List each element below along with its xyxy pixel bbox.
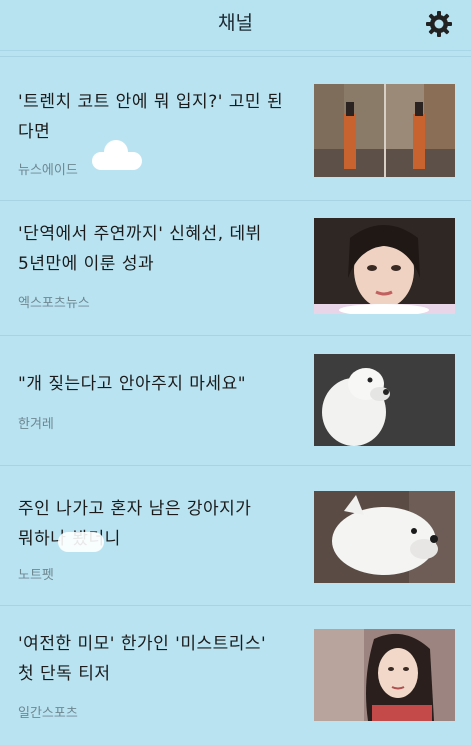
source-label: 엑스포츠뉴스: [18, 296, 90, 311]
list-item[interactable]: 주인 나가고 혼자 남은 강아지가 뭐하나 봤더니 노트펫: [0, 465, 471, 605]
list-item[interactable]: '단역에서 주연까지' 신혜선, 데뷔 5년만에 이룬 성과 엑스포츠뉴스: [0, 200, 471, 330]
source-label: 한겨레: [18, 417, 54, 432]
headline: '여전한 미모' 한가인 '미스트리스' 첫 단독 티저: [18, 634, 267, 684]
list-item[interactable]: '트렌치 코트 안에 뭐 입지?' 고민 된다면 뉴스에이드: [0, 56, 471, 183]
page-title: 채널: [218, 12, 253, 34]
thumbnail-image: [314, 354, 455, 446]
headline: 주인 나가고 혼자 남은 강아지가 뭐하나 봤더니: [18, 499, 252, 549]
source-label: 뉴스에이드: [18, 163, 78, 178]
source-label: 일간스포츠: [18, 706, 78, 721]
top-bar: 채널: [0, 0, 471, 51]
cloud-icon: [104, 140, 128, 164]
thumbnail-image: [314, 629, 455, 721]
gear-icon[interactable]: [425, 10, 453, 38]
headline: '트렌치 코트 안에 뭐 입지?' 고민 된다면: [18, 92, 284, 142]
source-label: 노트펫: [18, 568, 54, 583]
cloud-icon: [58, 532, 104, 552]
list-item[interactable]: "개 짖는다고 안아주지 마세요" 한겨레: [0, 335, 471, 461]
headline: "개 짖는다고 안아주지 마세요": [18, 374, 247, 394]
list-item[interactable]: '여전한 미모' 한가인 '미스트리스' 첫 단독 티저 일간스포츠: [0, 605, 471, 745]
thumbnail-image: [314, 218, 455, 314]
headline: '단역에서 주연까지' 신혜선, 데뷔 5년만에 이룬 성과: [18, 224, 262, 274]
thumbnail-image: [314, 491, 455, 583]
thumbnail-image: [314, 84, 455, 177]
